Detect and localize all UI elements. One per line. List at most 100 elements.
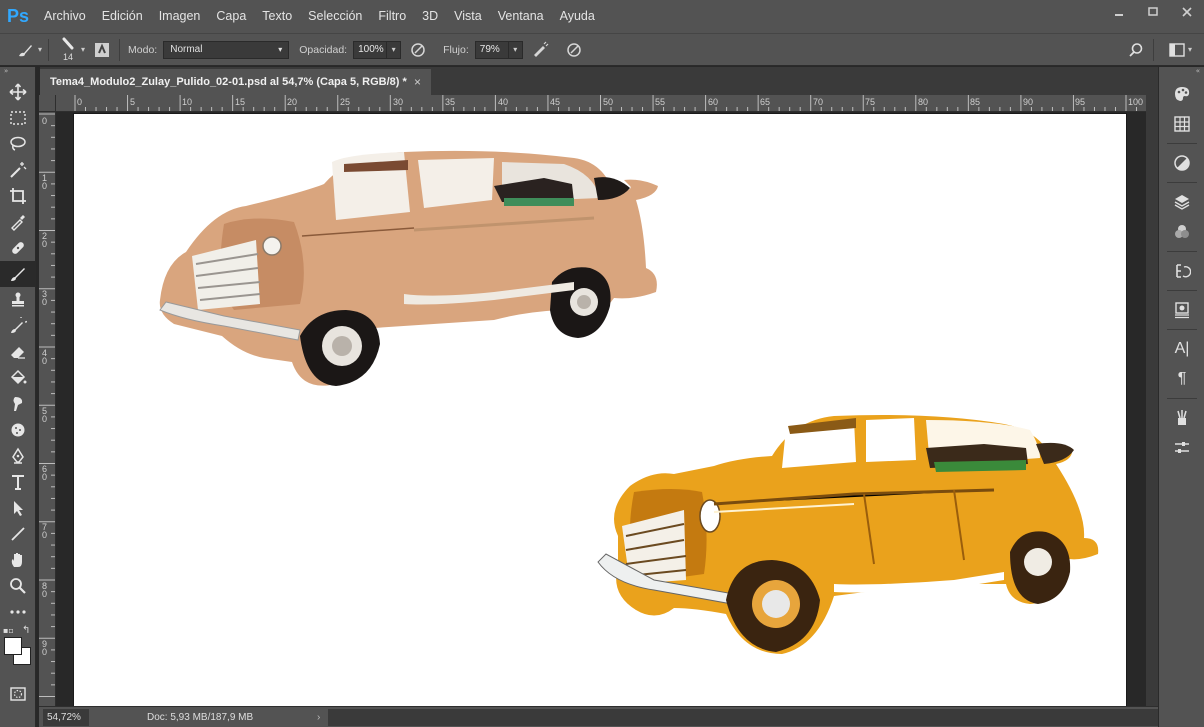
color-panel-icon[interactable] [1159, 79, 1204, 109]
path-select-icon[interactable] [0, 495, 36, 521]
horizontal-ruler[interactable]: 0 5 10 15 20 25 30 35 40 45 50 55 60 65 … [56, 95, 1146, 112]
status-bar: 54,72% Doc: 5,93 MB/187,9 MB › [39, 706, 1158, 727]
menu-ventana[interactable]: Ventana [490, 0, 552, 33]
lasso-icon[interactable] [0, 131, 36, 157]
flow-dropdown-icon[interactable]: ▾ [508, 40, 523, 59]
ruler-v-label: 2 0 [42, 231, 48, 249]
menu-filtro[interactable]: Filtro [370, 0, 414, 33]
pressure-size-icon[interactable] [563, 39, 585, 61]
swap-colors-icon[interactable]: ↰ [22, 625, 30, 636]
brushes-panel-icon[interactable] [1159, 403, 1204, 433]
history-panel-icon[interactable] [1159, 256, 1204, 286]
move-icon[interactable] [0, 79, 36, 105]
vertical-scrollbar[interactable] [1146, 95, 1158, 706]
menu-ayuda[interactable]: Ayuda [552, 0, 603, 33]
marquee-icon[interactable] [0, 105, 36, 131]
pen-icon[interactable] [0, 443, 36, 469]
window-controls [1102, 0, 1204, 24]
chevron-down-icon: ▾ [278, 45, 283, 54]
brush-size-value: 14 [63, 51, 74, 62]
workspace-dropdown-icon[interactable]: ▾ [1188, 45, 1192, 54]
airbrush-icon[interactable] [529, 39, 551, 61]
flow-field[interactable]: 79% [474, 40, 509, 59]
paragraph-panel-icon[interactable]: ¶ [1159, 364, 1204, 394]
layers-panel-icon[interactable] [1159, 187, 1204, 217]
search-icon[interactable] [1125, 39, 1147, 61]
status-menu-arrow[interactable]: › [317, 712, 320, 723]
character-panel-icon[interactable]: A| [1159, 334, 1204, 364]
healing-icon[interactable] [0, 235, 36, 261]
eraser-icon[interactable] [0, 339, 36, 365]
magic-wand-icon[interactable] [0, 157, 36, 183]
smudge-icon[interactable] [0, 391, 36, 417]
history-brush-icon[interactable] [0, 313, 36, 339]
preset-dropdown-icon[interactable]: ▾ [38, 45, 42, 54]
brush-panel-icon[interactable] [91, 39, 113, 61]
tools-panel: » ▪▫ ↰ [0, 67, 36, 727]
workspace-icon[interactable] [1166, 39, 1188, 61]
brush-settings-panel-icon[interactable] [1159, 433, 1204, 463]
menu-vista[interactable]: Vista [446, 0, 490, 33]
brush-tip-icon [62, 37, 74, 49]
brush-icon[interactable] [0, 261, 36, 287]
mode-select[interactable]: Normal ▾ [163, 40, 290, 59]
menu-edicion[interactable]: Edición [94, 0, 151, 33]
document-tab[interactable]: Tema4_Modulo2_Zulay_Pulido_02-01.psd al … [40, 69, 431, 95]
line-icon[interactable] [0, 521, 36, 547]
default-colors-icon[interactable]: ▪▫ [3, 626, 14, 635]
close-tab-icon[interactable]: × [414, 75, 421, 89]
menu-imagen[interactable]: Imagen [151, 0, 209, 33]
crop-icon[interactable] [0, 183, 36, 209]
ruler-h-label: 30 [393, 97, 404, 107]
close-icon[interactable] [1170, 0, 1204, 24]
more-icon[interactable] [0, 599, 36, 625]
foreground-color-swatch[interactable] [4, 637, 22, 655]
ruler-h-ticks [74, 95, 1138, 111]
ruler-h-label: 45 [550, 97, 561, 107]
eyedropper-icon[interactable] [0, 209, 36, 235]
mode-label: Modo: [128, 43, 158, 56]
menu-seleccion[interactable]: Selección [300, 0, 370, 33]
sponge-icon[interactable] [0, 417, 36, 443]
collapse-dock-icon[interactable]: « [1159, 67, 1204, 79]
adjustments-panel-icon[interactable] [1159, 148, 1204, 178]
ruler-v-label: 8 0 [42, 581, 48, 599]
collapse-icon[interactable]: » [0, 67, 35, 79]
brush-size-picker[interactable]: 14 [55, 36, 79, 64]
options-bar: ▾ 14 ▾ Modo: Normal ▾ Opacidad: 100% ▾ F… [0, 33, 1204, 66]
menu-archivo[interactable]: Archivo [36, 0, 94, 33]
restore-icon[interactable] [1136, 0, 1170, 24]
ruler-h-label: 0 [77, 97, 83, 107]
menu-3d[interactable]: 3D [414, 0, 446, 33]
swatches-panel-icon[interactable] [1159, 109, 1204, 139]
opacity-dropdown-icon[interactable]: ▾ [387, 40, 402, 59]
type-icon[interactable] [0, 469, 36, 495]
channels-panel-icon[interactable] [1159, 217, 1204, 247]
canvas-artwork [159, 150, 1099, 654]
ruler-h-label: 5 [130, 97, 136, 107]
zoom-level-field[interactable]: 54,72% [43, 708, 89, 726]
menu-capa[interactable]: Capa [208, 0, 254, 33]
zoom-icon[interactable] [0, 573, 36, 599]
stamp-icon[interactable] [0, 287, 36, 313]
panel-dock: « A| ¶ [1158, 67, 1204, 727]
horizontal-scrollbar[interactable] [328, 708, 1158, 726]
brush-preset-icon[interactable] [14, 39, 36, 61]
opacity-field[interactable]: 100% [353, 40, 388, 59]
quick-mask-icon[interactable] [0, 681, 36, 707]
document-canvas[interactable] [74, 114, 1126, 706]
size-dropdown-icon[interactable]: ▾ [81, 45, 85, 54]
bucket-icon[interactable] [0, 365, 36, 391]
ruler-h-label: 95 [1075, 97, 1086, 107]
ruler-h-label: 70 [813, 97, 824, 107]
vertical-ruler[interactable]: 0 1 0 2 0 3 0 4 0 5 0 6 0 7 0 8 0 9 0 [39, 112, 56, 706]
hand-icon[interactable] [0, 547, 36, 573]
properties-panel-icon[interactable] [1159, 295, 1204, 325]
minimize-icon[interactable] [1102, 0, 1136, 24]
menu-bar: Ps Archivo Edición Imagen Capa Texto Sel… [0, 0, 1204, 33]
ruler-h-label: 10 [182, 97, 193, 107]
pressure-opacity-icon[interactable] [407, 39, 429, 61]
ruler-h-label: 55 [655, 97, 666, 107]
menu-texto[interactable]: Texto [254, 0, 300, 33]
ruler-corner[interactable] [39, 95, 56, 112]
